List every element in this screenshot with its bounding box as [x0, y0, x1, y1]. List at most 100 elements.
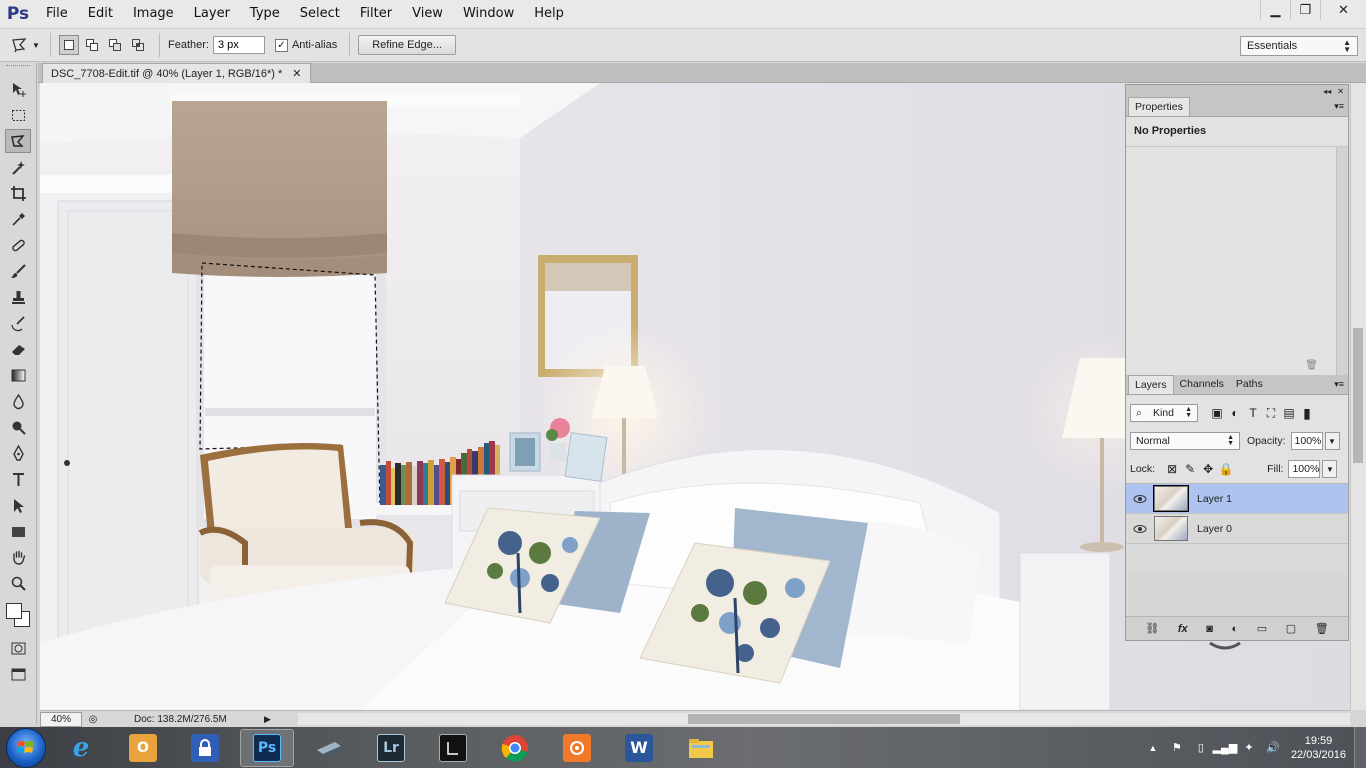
eraser-tool-icon[interactable] — [5, 337, 31, 361]
menu-type[interactable]: Type — [240, 0, 290, 28]
opacity-input[interactable]: 100% — [1290, 432, 1323, 450]
marquee-tool-icon[interactable] — [5, 103, 31, 127]
layer-filter-select[interactable]: ⌕ Kind ▲ ▼ — [1130, 404, 1198, 422]
menu-image[interactable]: Image — [123, 0, 184, 28]
taskbar-outlook[interactable]: O — [116, 729, 170, 767]
healing-brush-tool-icon[interactable] — [5, 233, 31, 257]
dropbox-icon[interactable]: ✦ — [1239, 738, 1259, 758]
taskbar-camera-app[interactable] — [550, 729, 604, 767]
vertical-scroll-thumb[interactable] — [1353, 328, 1363, 463]
rectangle-tool-icon[interactable] — [5, 519, 31, 543]
menu-window[interactable]: Window — [453, 0, 524, 28]
taskbar-explorer[interactable] — [674, 729, 728, 767]
antialias-checkbox[interactable]: ✓ — [274, 38, 288, 52]
menu-filter[interactable]: Filter — [350, 0, 402, 28]
power-icon[interactable]: ▯ — [1191, 738, 1211, 758]
menu-help[interactable]: Help — [524, 0, 574, 28]
pixel-filter-icon[interactable]: ▣ — [1208, 404, 1226, 422]
feather-input[interactable] — [212, 36, 265, 54]
tab-properties[interactable]: Properties — [1128, 97, 1190, 116]
layers-menu-icon[interactable]: ▾≡ — [1334, 379, 1344, 390]
menu-file[interactable]: File — [36, 0, 78, 28]
subtract-selection-mode-button[interactable] — [105, 35, 125, 55]
history-brush-tool-icon[interactable] — [5, 311, 31, 335]
panel-menu-icon[interactable]: ▾≡ — [1334, 101, 1344, 112]
link-layers-icon[interactable]: ⛓ — [1145, 622, 1159, 635]
close-icon[interactable]: ✕ — [292, 64, 301, 84]
action-center-icon[interactable]: ⚑ — [1167, 738, 1187, 758]
show-hidden-icons-icon[interactable]: ▲ — [1143, 738, 1163, 758]
opacity-dropdown[interactable]: ▼ — [1324, 432, 1340, 450]
network-signal-icon[interactable]: ▂▄▆ — [1213, 738, 1238, 758]
delete-layer-icon[interactable]: 🗑 — [1315, 622, 1329, 635]
start-button[interactable] — [6, 727, 46, 768]
document-tab[interactable]: DSC_7708-Edit.tif @ 40% (Layer 1, RGB/16… — [42, 63, 311, 83]
horizontal-scroll-thumb[interactable] — [688, 714, 960, 724]
show-desktop-button[interactable] — [1354, 727, 1366, 768]
lock-all-icon[interactable]: 🔒 — [1217, 460, 1235, 478]
menu-view[interactable]: View — [402, 0, 453, 28]
volume-icon[interactable]: 🔊 — [1263, 738, 1283, 758]
type-filter-icon[interactable]: T — [1244, 404, 1262, 422]
add-mask-icon[interactable]: ◙ — [1206, 623, 1213, 635]
intersect-selection-mode-button[interactable] — [128, 35, 148, 55]
menu-select[interactable]: Select — [290, 0, 350, 28]
filter-toggle-icon[interactable]: ▮ — [1298, 404, 1316, 422]
add-selection-mode-button[interactable] — [82, 35, 102, 55]
path-selection-tool-icon[interactable] — [5, 493, 31, 517]
eyedropper-tool-icon[interactable] — [5, 207, 31, 231]
chevron-down-icon[interactable]: ▼ — [30, 35, 42, 55]
layer-style-button[interactable]: fx — [1178, 623, 1188, 635]
layer-row[interactable]: Layer 1 — [1126, 484, 1348, 514]
layer-row[interactable]: Layer 0 — [1126, 514, 1348, 544]
zoom-level-field[interactable]: 40% — [40, 711, 82, 727]
hand-tool-icon[interactable] — [5, 545, 31, 569]
close-panel-icon[interactable]: ✕ — [1337, 87, 1344, 96]
taskbar-photoshop[interactable]: Ps — [240, 728, 294, 767]
status-info-icon[interactable]: ◎ — [82, 714, 104, 725]
refine-edge-button[interactable]: Refine Edge... — [358, 35, 456, 55]
type-tool-icon[interactable] — [5, 467, 31, 491]
clone-stamp-tool-icon[interactable] — [5, 285, 31, 309]
minimize-button[interactable]: ▁ — [1260, 0, 1290, 20]
shape-filter-icon[interactable]: ⛶ — [1262, 404, 1280, 422]
tab-layers[interactable]: Layers — [1128, 375, 1174, 394]
crop-tool-icon[interactable] — [5, 181, 31, 205]
taskbar-app[interactable] — [426, 729, 480, 767]
new-selection-mode-button[interactable] — [59, 35, 79, 55]
vertical-scrollbar[interactable] — [1350, 83, 1366, 710]
lock-image-pixels-icon[interactable]: ✎ — [1181, 460, 1199, 478]
taskbar-chrome[interactable] — [488, 729, 542, 767]
status-menu-arrow-icon[interactable]: ▶ — [264, 714, 274, 725]
tools-grip[interactable] — [6, 65, 30, 75]
quick-mask-icon[interactable] — [5, 636, 31, 660]
screen-mode-icon[interactable] — [5, 662, 31, 686]
polygonal-lasso-preset-icon[interactable] — [10, 35, 30, 55]
adjustment-layer-icon[interactable]: ◐ — [1231, 623, 1238, 635]
smart-object-filter-icon[interactable]: ▤ — [1280, 404, 1298, 422]
adjustment-filter-icon[interactable]: ◐ — [1226, 404, 1244, 422]
horizontal-scrollbar[interactable] — [298, 713, 1350, 725]
zoom-tool-icon[interactable] — [5, 571, 31, 595]
lasso-tool-icon[interactable] — [5, 129, 31, 153]
taskbar-keepass[interactable] — [178, 729, 232, 767]
menu-edit[interactable]: Edit — [78, 0, 123, 28]
eye-icon[interactable] — [1126, 524, 1154, 534]
lock-pixels-transparency-icon[interactable]: ⊠ — [1163, 460, 1181, 478]
collapse-panels-icon[interactable]: ◂◂ — [1323, 87, 1331, 96]
color-swatches[interactable] — [0, 599, 36, 635]
tab-channels[interactable]: Channels — [1174, 375, 1230, 394]
quick-selection-tool-icon[interactable] — [5, 155, 31, 179]
tab-paths[interactable]: Paths — [1230, 375, 1269, 394]
clock[interactable]: 19:59 22/03/2016 — [1291, 734, 1346, 762]
taskbar-word[interactable]: W — [612, 729, 666, 767]
gradient-tool-icon[interactable] — [5, 363, 31, 387]
taskbar-lightroom[interactable]: Lr — [364, 729, 418, 767]
new-group-icon[interactable]: ▭ — [1257, 622, 1267, 635]
fill-dropdown[interactable]: ▼ — [1322, 460, 1338, 478]
taskbar-scanner[interactable] — [302, 729, 356, 767]
lock-position-icon[interactable]: ✥ — [1199, 460, 1217, 478]
dodge-tool-icon[interactable] — [5, 415, 31, 439]
taskbar-internet-explorer[interactable]: e — [54, 729, 108, 767]
restore-button[interactable]: ❐ — [1290, 0, 1320, 20]
